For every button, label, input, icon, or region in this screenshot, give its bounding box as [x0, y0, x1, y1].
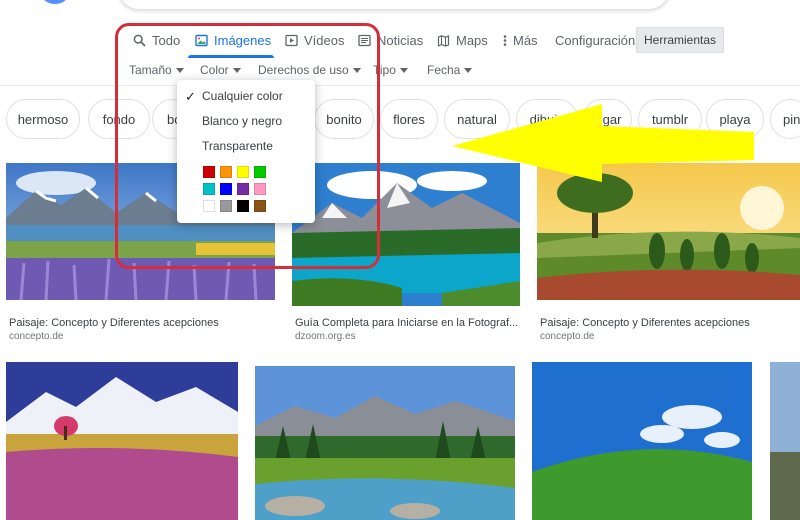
result-caption[interactable]: Guía Completa para Iniciarse en la Fotog… [295, 317, 520, 329]
chip-label: flores [393, 111, 425, 127]
chevron-down-icon [464, 67, 473, 73]
tab-label: Maps [456, 32, 488, 48]
chip-label: pin [783, 111, 800, 127]
chevron-down-icon [399, 67, 408, 73]
result-image-partial[interactable] [770, 362, 800, 520]
arrow-annotation [452, 104, 754, 182]
result-source: dzoom.org.es [295, 331, 356, 342]
map-icon [437, 34, 450, 47]
filter-date[interactable]: Fecha [427, 62, 473, 78]
tab-maps[interactable]: Maps [437, 30, 488, 50]
result-image-alpine-stream[interactable] [255, 366, 515, 520]
search-box[interactable] [118, 0, 670, 10]
tab-more[interactable]: Más [503, 30, 538, 50]
chip[interactable]: pin [770, 99, 800, 139]
tools-button[interactable]: Herramientas [636, 27, 724, 53]
tab-label: Noticias [377, 32, 424, 48]
tools-label: Herramientas [643, 33, 717, 47]
result-source: concepto.de [540, 331, 595, 342]
filter-label: Fecha [427, 63, 461, 77]
google-logo-fragment [40, 0, 70, 4]
settings-label: Configuración [555, 32, 636, 48]
result-caption[interactable]: Paisaje: Concepto y Diferentes acepcione… [9, 317, 277, 329]
result-image-green-hill-sky[interactable] [532, 362, 752, 520]
tab-label: Más [513, 32, 538, 48]
chip[interactable]: hermoso [6, 99, 80, 139]
result-caption[interactable]: Paisaje: Concepto y Diferentes acepcione… [540, 317, 800, 329]
result-source: concepto.de [9, 331, 64, 342]
result-image-snowy-peaks-meadow[interactable] [6, 362, 238, 520]
chip-label: hermoso [17, 111, 69, 127]
highlight-frame [115, 23, 380, 269]
more-vert-icon [503, 34, 507, 46]
settings-link[interactable]: Configuración [555, 30, 635, 50]
chip[interactable]: flores [380, 99, 438, 139]
result-image-sunset-garden[interactable] [537, 163, 800, 300]
